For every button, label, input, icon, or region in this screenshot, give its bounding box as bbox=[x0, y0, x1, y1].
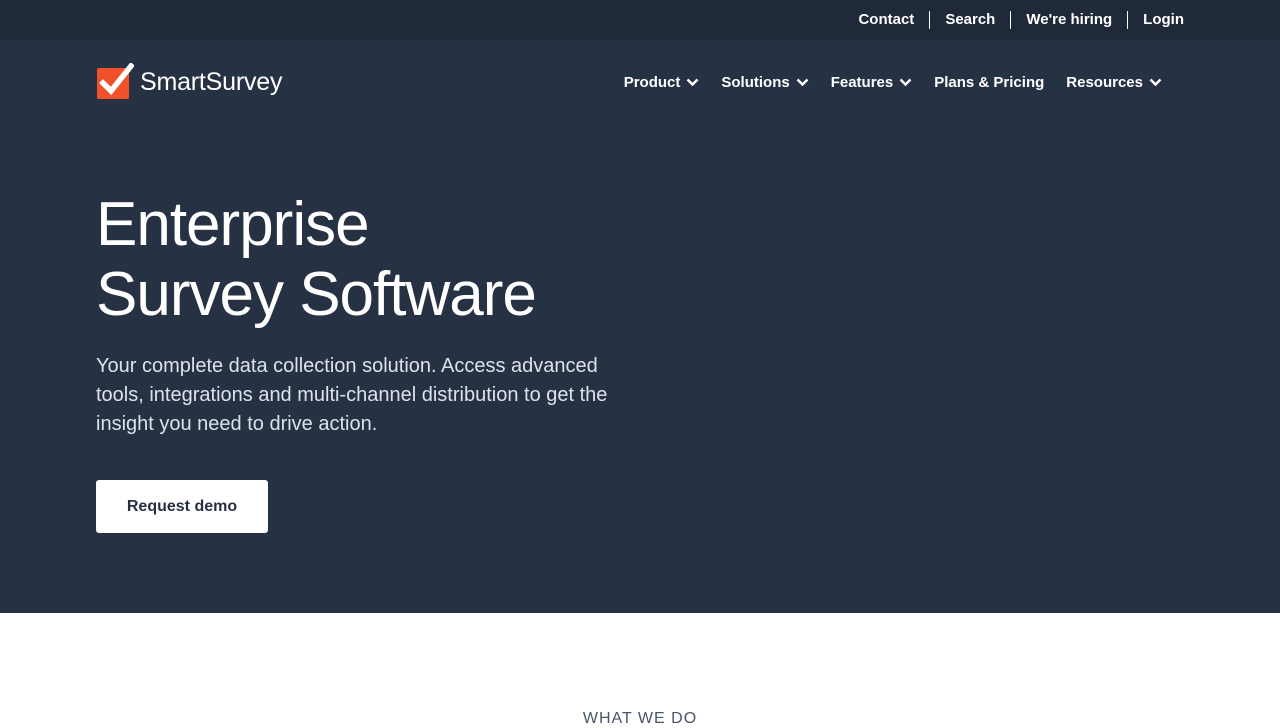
hero-title-line2: Survey Software bbox=[96, 260, 537, 329]
checkmark-box-icon bbox=[97, 63, 134, 99]
nav-item-label: Product bbox=[623, 73, 681, 91]
main-nav: Product Solutions Features Plans & Prici… bbox=[624, 70, 1162, 94]
nav-item-solutions[interactable]: Solutions bbox=[721, 73, 809, 91]
nav-item-product[interactable]: Product bbox=[624, 74, 700, 91]
login-link[interactable]: Login bbox=[1127, 11, 1184, 29]
section-eyebrow: WHAT WE DO bbox=[582, 710, 698, 727]
hero-title: Enterprise Survey Software bbox=[96, 190, 537, 330]
chevron-down-icon bbox=[687, 78, 699, 86]
chevron-down-icon bbox=[796, 78, 809, 86]
brand-name: SmartSurvey bbox=[140, 67, 283, 96]
chevron-down-icon bbox=[899, 78, 912, 86]
nav-item-label: Solutions bbox=[721, 73, 790, 91]
nav-item-features[interactable]: Features bbox=[831, 74, 913, 91]
nav-item-label: Plans & Pricing bbox=[934, 73, 1045, 91]
hiring-link[interactable]: We're hiring bbox=[1010, 11, 1127, 29]
nav-item-plans-pricing[interactable]: Plans & Pricing bbox=[934, 74, 1044, 91]
hero-title-line1: Enterprise bbox=[96, 190, 370, 259]
chevron-down-icon bbox=[1149, 78, 1162, 86]
nav-item-label: Resources bbox=[1066, 73, 1143, 91]
utility-bar: Contact Search We're hiring Login bbox=[0, 0, 1280, 40]
hero-description: Your complete data collection solution. … bbox=[96, 355, 608, 435]
request-demo-button[interactable]: Request demo bbox=[96, 480, 268, 533]
search-link[interactable]: Search bbox=[929, 11, 1010, 29]
nav-item-label: Features bbox=[830, 73, 894, 91]
brand-logo[interactable]: SmartSurvey bbox=[96, 62, 282, 102]
hero-section: SmartSurvey Product Solutions Features P… bbox=[0, 40, 1280, 613]
contact-link[interactable]: Contact bbox=[843, 11, 929, 29]
utility-nav: Contact Search We're hiring Login bbox=[843, 0, 1184, 40]
nav-item-resources[interactable]: Resources bbox=[1066, 74, 1162, 91]
